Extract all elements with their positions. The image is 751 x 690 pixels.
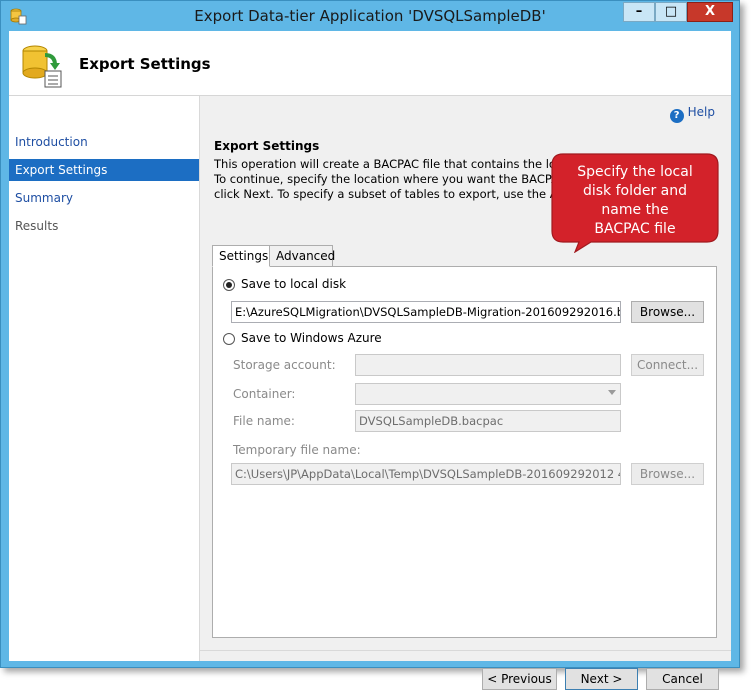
nav-item-summary[interactable]: Summary [9, 187, 199, 209]
wizard-header: Export Settings [9, 31, 731, 96]
nav-item-results: Results [15, 219, 59, 233]
nav-item-introduction[interactable]: Introduction [9, 131, 199, 153]
callout-line: BACPAC file [594, 221, 676, 237]
callout-line: Specify the local [577, 164, 693, 180]
next-button[interactable]: Next > [565, 668, 638, 690]
chevron-down-icon [608, 390, 616, 395]
browse-temp-button[interactable]: Browse... [631, 463, 704, 485]
close-button[interactable]: X [687, 2, 733, 22]
maximize-button[interactable]: □ [655, 2, 687, 22]
settings-tab-panel: Save to local disk E:\AzureSQLMigration\… [212, 266, 717, 638]
local-path-input[interactable]: E:\AzureSQLMigration\DVSQLSampleDB-Migra… [231, 301, 621, 323]
tab-settings[interactable]: Settings [212, 245, 270, 267]
help-icon: ? [669, 109, 684, 123]
save-azure-radio[interactable] [223, 333, 235, 345]
temp-file-input[interactable]: C:\Users\JP\AppData\Local\Temp\DVSQLSamp… [231, 463, 621, 485]
database-export-icon [22, 45, 62, 88]
title-bar[interactable]: Export Data-tier Application 'DVSQLSampl… [1, 1, 739, 31]
footer-divider [200, 650, 731, 651]
container-label: Container: [233, 387, 296, 401]
temp-file-label: Temporary file name: [233, 443, 361, 457]
export-dialog-window: Export Data-tier Application 'DVSQLSampl… [0, 0, 740, 690]
nav-item-export-settings[interactable]: Export Settings [9, 159, 199, 181]
help-label: Help [687, 105, 715, 119]
save-local-label[interactable]: Save to local disk [241, 277, 346, 291]
wizard-nav: Introduction Export Settings Summary Res… [9, 96, 200, 661]
previous-button[interactable]: < Previous [482, 668, 557, 690]
connect-button[interactable]: Connect... [631, 354, 704, 376]
page-title: Export Settings [79, 55, 211, 73]
storage-account-label: Storage account: [233, 358, 336, 372]
callout-line: disk folder and [582, 183, 688, 199]
container-select[interactable] [355, 383, 621, 405]
file-name-label: File name: [233, 414, 295, 428]
browse-local-button[interactable]: Browse... [631, 301, 704, 323]
file-name-input[interactable]: DVSQLSampleDB.bacpac [355, 410, 621, 432]
cancel-button[interactable]: Cancel [646, 668, 719, 690]
callout-text: Specify the local disk folder and name t… [555, 163, 715, 239]
save-azure-label[interactable]: Save to Windows Azure [241, 331, 382, 345]
callout-line: name the [601, 202, 669, 218]
minimize-button[interactable]: – [623, 2, 655, 22]
tab-advanced[interactable]: Advanced [269, 245, 335, 267]
annotation-callout: Specify the local disk folder and name t… [551, 153, 719, 253]
help-link[interactable]: ? Help [669, 105, 715, 123]
section-title: Export Settings [214, 139, 320, 153]
save-local-radio[interactable] [223, 279, 235, 291]
storage-account-input[interactable] [355, 354, 621, 376]
dialog-client-area: Export Settings Introduction Export Sett… [9, 31, 731, 690]
